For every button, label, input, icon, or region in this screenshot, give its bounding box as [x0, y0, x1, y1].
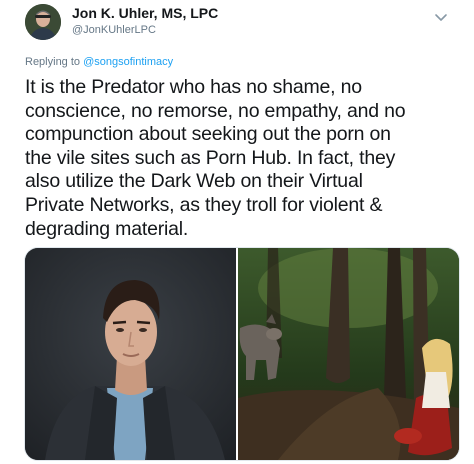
author-handle[interactable]: @JonKUhlerLPC	[72, 24, 156, 36]
media-photo-forest[interactable]	[238, 248, 459, 460]
reply-context: Replying to @songsofintimacy	[25, 56, 173, 68]
reply-prefix: Replying to	[25, 56, 81, 68]
avatar[interactable]	[25, 4, 61, 40]
tweet-text: It is the Predator who has no shame, no …	[25, 76, 406, 240]
media-grid	[24, 247, 460, 461]
reply-mention-link[interactable]: @songsofintimacy	[83, 56, 173, 68]
chevron-down-icon[interactable]	[433, 12, 449, 24]
avatar-image	[25, 4, 61, 40]
author-name[interactable]: Jon K. Uhler, MS, LPC	[72, 5, 218, 21]
media-photo-man[interactable]	[25, 248, 236, 460]
